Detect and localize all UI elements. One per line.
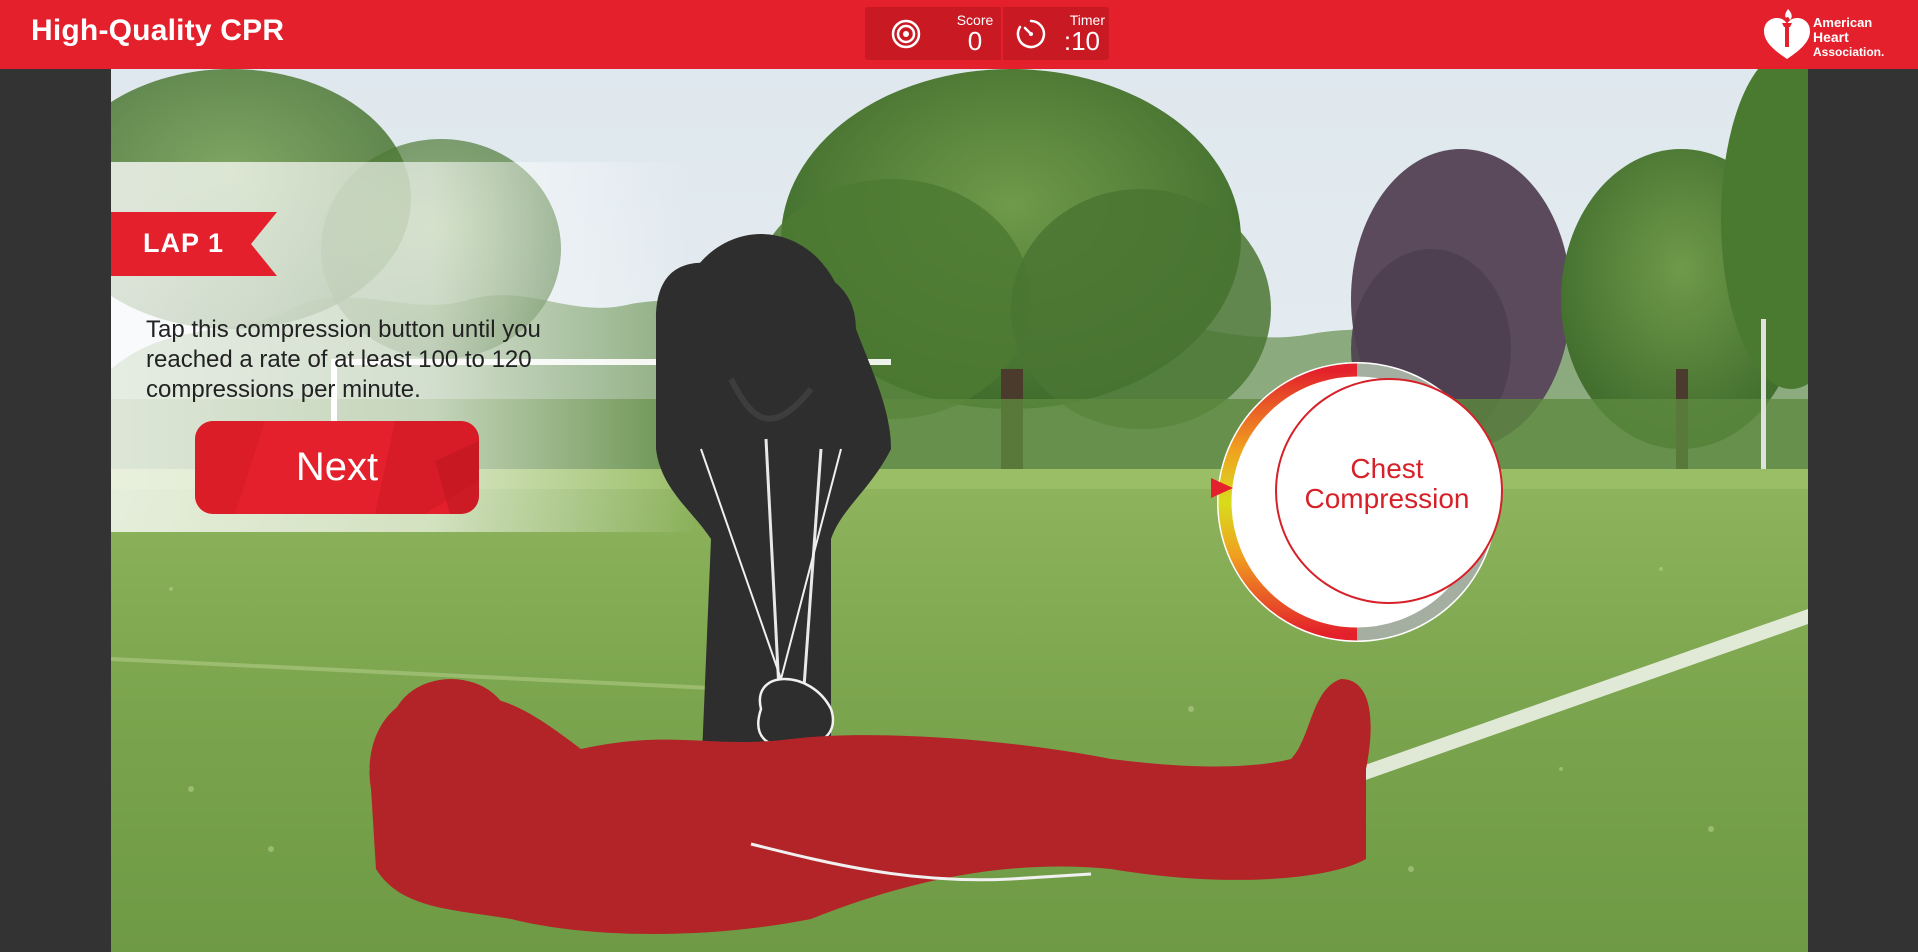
score-value: 0 [967,26,983,56]
app-title: High-Quality CPR [31,14,285,47]
logo-line-3: Association. [1813,45,1885,59]
score-timer-hud: Score 0 Timer :10 [865,7,1109,60]
timer-value: :10 [1063,26,1100,56]
heart-torch-icon [1764,9,1810,59]
logo-wordmark: American Heart Association. [1813,15,1884,60]
top-bar: High-Quality CPR Score 0 Timer :10 Ameri… [0,0,1918,69]
american-heart-association-logo: American Heart Association. [1762,7,1912,63]
compression-label-line-2: Compression [1304,483,1470,514]
rescuer-figure [656,234,891,779]
compression-label-line-1: Chest [1350,453,1424,484]
victim-figure [369,679,1371,934]
chest-compression-label: Chest Compression [1275,454,1499,514]
stopwatch-icon [1016,19,1046,49]
hud-divider [1001,7,1003,60]
target-icon [891,19,921,49]
cpr-illustration [369,234,1371,934]
game-stage: LAP 1 Tap this compression button until … [111,69,1808,952]
triangle-pointer-icon [1211,478,1233,498]
logo-line-2: Heart [1813,29,1849,45]
logo-line-1: American [1813,15,1873,30]
